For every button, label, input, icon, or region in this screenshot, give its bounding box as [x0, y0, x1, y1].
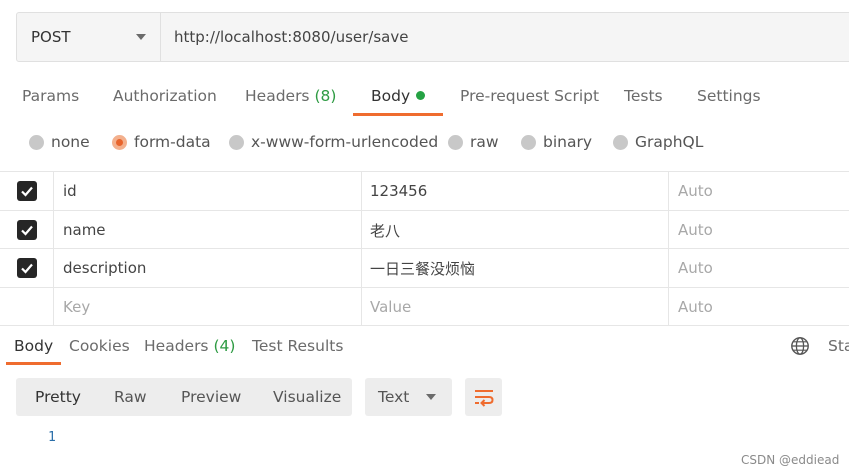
radio-graphql[interactable]: GraphQL	[613, 128, 703, 156]
radio-circle	[613, 134, 628, 150]
table-row: description 一日三餐没烦恼 Auto	[0, 248, 849, 287]
radio-circle	[521, 134, 536, 150]
value-input[interactable]: Value	[362, 288, 669, 326]
radio-urlencoded[interactable]: x-www-form-urlencoded	[229, 128, 438, 156]
radio-binary-label: binary	[543, 133, 593, 151]
tab-response-body[interactable]: Body	[6, 333, 62, 365]
tab-body[interactable]: Body	[353, 80, 444, 116]
url-input[interactable]: http://localhost:8080/user/save	[161, 13, 849, 61]
radio-none-label: none	[51, 133, 90, 151]
key-cell[interactable]: description	[54, 249, 362, 287]
row-checkbox[interactable]	[16, 181, 37, 201]
type-cell[interactable]: Auto	[669, 211, 849, 249]
method-select[interactable]: POST	[17, 13, 161, 61]
type-cell[interactable]: Auto	[669, 249, 849, 287]
key-cell[interactable]: name	[54, 211, 362, 249]
watermark: CSDN @eddiead	[741, 453, 840, 467]
tab-response-headers-label: Headers	[144, 337, 209, 355]
row-checkbox-cell	[0, 211, 54, 249]
tab-prerequest-script[interactable]: Pre-request Script	[460, 80, 599, 116]
radio-urlencoded-label: x-www-form-urlencoded	[251, 133, 439, 151]
method-label: POST	[31, 28, 71, 46]
body-modified-dot	[416, 91, 426, 100]
value-cell[interactable]: 一日三餐没烦恼	[362, 249, 669, 287]
tab-params[interactable]: Params	[22, 80, 79, 116]
format-select-label: Text	[378, 388, 410, 406]
radio-raw-label: raw	[470, 133, 499, 151]
radio-raw[interactable]: raw	[448, 128, 499, 156]
radio-none[interactable]: none	[29, 128, 90, 156]
radio-circle	[229, 134, 244, 150]
value-cell[interactable]: 老八	[362, 211, 669, 249]
table-row: name 老八 Auto	[0, 210, 849, 249]
raw-button[interactable]: Raw	[114, 378, 147, 416]
response-status-label: Sta	[828, 337, 849, 355]
check-icon	[20, 263, 33, 274]
type-cell[interactable]: Auto	[669, 172, 849, 210]
radio-form-data[interactable]: form-data	[112, 128, 211, 156]
response-tabs: Body Cookies Headers (4) Test Results	[0, 333, 849, 367]
response-format-select[interactable]: Text	[365, 378, 452, 416]
visualize-button[interactable]: Visualize	[273, 378, 341, 416]
radio-circle	[29, 134, 44, 150]
response-view-toggle: Pretty Raw Preview Visualize	[16, 378, 352, 416]
tab-response-headers-count: (4)	[213, 337, 236, 355]
tab-headers-label: Headers	[245, 87, 310, 105]
row-checkbox-cell	[0, 288, 54, 326]
chevron-down-icon	[426, 394, 436, 400]
pretty-button[interactable]: Pretty	[35, 378, 81, 416]
table-divider	[0, 325, 849, 326]
preview-button[interactable]: Preview	[181, 378, 241, 416]
radio-form-data-label: form-data	[134, 133, 211, 151]
type-cell[interactable]: Auto	[669, 288, 849, 326]
request-url-bar: POST http://localhost:8080/user/save	[16, 12, 849, 62]
request-tabs: Params Authorization Headers (8) Body Pr…	[0, 80, 849, 116]
row-checkbox-cell	[0, 249, 54, 287]
check-icon	[20, 186, 33, 197]
table-row-empty: Key Value Auto	[0, 287, 849, 326]
check-icon	[20, 225, 33, 236]
radio-circle	[448, 134, 463, 150]
line-number: 1	[48, 430, 56, 445]
radio-graphql-label: GraphQL	[635, 133, 704, 151]
wrap-lines-icon	[474, 390, 494, 407]
tab-test-results[interactable]: Test Results	[252, 333, 343, 365]
tab-tests[interactable]: Tests	[624, 80, 663, 116]
row-checkbox-cell	[0, 172, 54, 210]
radio-circle-selected	[112, 134, 127, 150]
tab-response-headers[interactable]: Headers (4)	[144, 333, 235, 365]
tab-authorization[interactable]: Authorization	[113, 80, 217, 116]
tab-headers-count: (8)	[314, 87, 337, 105]
key-input[interactable]: Key	[54, 288, 362, 326]
chevron-down-icon	[136, 34, 146, 40]
body-type-selector: none form-data x-www-form-urlencoded raw…	[0, 128, 849, 156]
key-cell[interactable]: id	[54, 172, 362, 210]
tab-settings[interactable]: Settings	[697, 80, 761, 116]
wrap-lines-button[interactable]	[465, 378, 502, 416]
globe-icon[interactable]	[790, 336, 810, 356]
radio-binary[interactable]: binary	[521, 128, 592, 156]
row-checkbox[interactable]	[16, 220, 37, 240]
value-cell[interactable]: 123456	[362, 172, 669, 210]
tab-body-label: Body	[371, 87, 411, 105]
tab-cookies[interactable]: Cookies	[69, 333, 130, 365]
table-row: id 123456 Auto	[0, 171, 849, 210]
row-checkbox[interactable]	[16, 258, 37, 278]
tab-headers[interactable]: Headers (8)	[245, 80, 336, 116]
